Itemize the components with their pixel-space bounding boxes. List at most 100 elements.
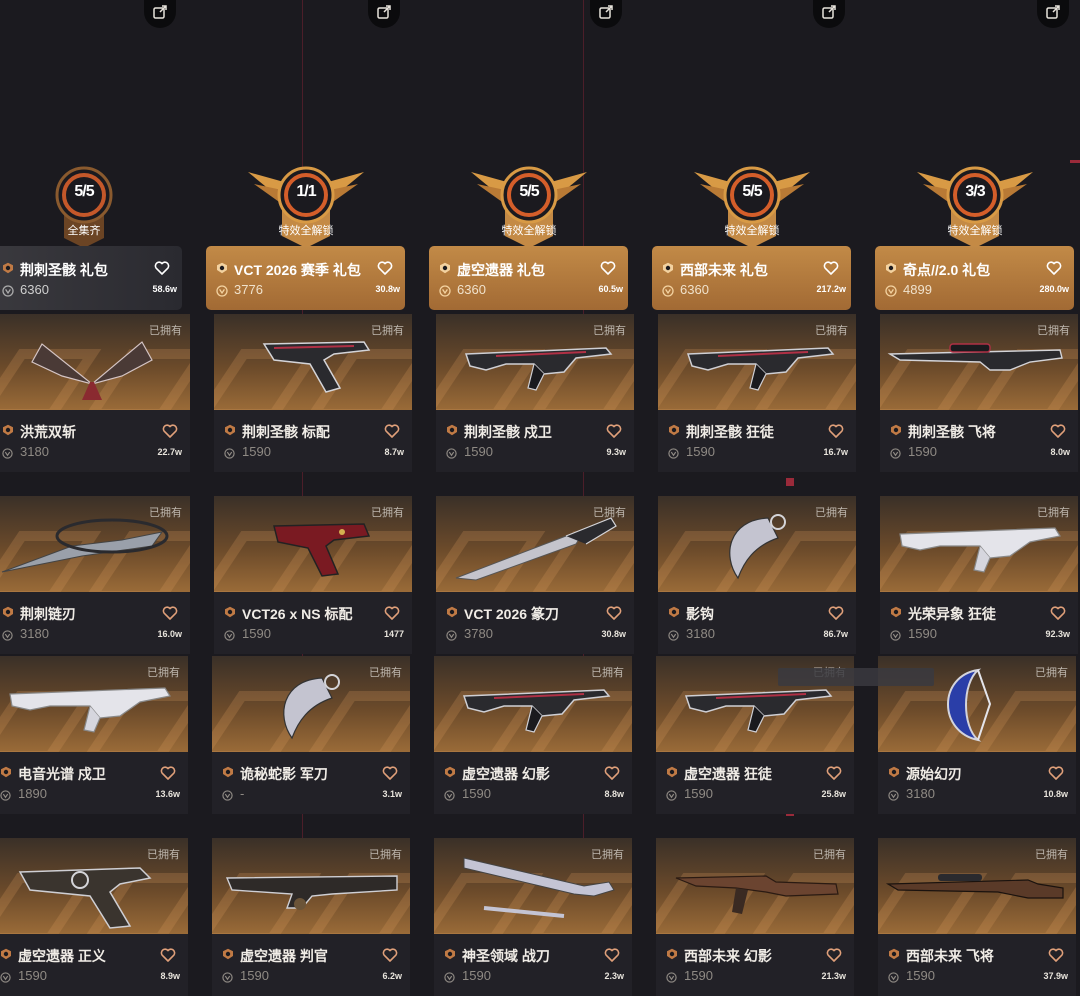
favorite-heart-icon[interactable] — [382, 765, 398, 781]
skin-image[interactable]: 已拥有 — [214, 496, 412, 592]
share-button[interactable] — [590, 0, 622, 28]
favorite-heart-icon[interactable] — [828, 423, 844, 439]
skin-card[interactable]: 已拥有 荆刺圣骸 飞将 1590 8.0w — [880, 314, 1078, 472]
skin-image[interactable]: 已拥有 — [658, 496, 856, 592]
skin-card[interactable]: 已拥有 虚空遗器 判官 1590 6.2w — [212, 838, 410, 996]
share-button[interactable] — [1037, 0, 1069, 28]
bundle-header[interactable]: 西部未来 礼包 6360 217.2w — [652, 246, 851, 310]
favorite-heart-icon[interactable] — [384, 605, 400, 621]
skin-image[interactable]: 已拥有 — [212, 656, 410, 752]
share-button[interactable] — [144, 0, 176, 28]
favorite-heart-icon[interactable] — [162, 605, 178, 621]
skin-card[interactable]: 已拥有 荆刺圣骸 标配 1590 8.7w — [214, 314, 412, 472]
skin-image[interactable]: 已拥有 — [0, 656, 188, 752]
skin-image[interactable]: 已拥有 — [878, 838, 1076, 934]
bundle-name: VCT 2026 赛季 礼包 — [234, 262, 361, 278]
favorite-heart-icon[interactable] — [154, 260, 170, 276]
skin-image[interactable]: 已拥有 — [0, 838, 188, 934]
favorite-heart-icon[interactable] — [828, 605, 844, 621]
skin-image[interactable]: 已拥有 — [436, 314, 634, 410]
vp-currency-icon — [0, 970, 11, 983]
share-button[interactable] — [813, 0, 845, 28]
owned-label: 已拥有 — [815, 325, 848, 337]
skin-image[interactable]: 已拥有 — [880, 314, 1078, 410]
favorite-heart-icon[interactable] — [606, 423, 622, 439]
favorite-heart-icon[interactable] — [377, 260, 393, 276]
skin-card[interactable]: 已拥有 荆刺圣骸 狂徒 1590 16.7w — [658, 314, 856, 472]
favorite-heart-icon[interactable] — [604, 947, 620, 963]
favorite-heart-icon[interactable] — [600, 260, 616, 276]
skin-price: 1590 — [684, 968, 713, 983]
skin-card[interactable]: 已拥有 电音光谱 戍卫 1890 13.6w — [0, 656, 188, 814]
vp-currency-icon — [888, 970, 899, 983]
favorite-heart-icon[interactable] — [606, 605, 622, 621]
bundle-header[interactable]: 虚空遗器 礼包 6360 60.5w — [429, 246, 628, 310]
skin-image[interactable]: 已拥有 — [212, 838, 410, 934]
skin-price: 3180 — [686, 626, 715, 641]
rarity-icon — [668, 605, 680, 618]
skin-card[interactable]: 已拥有 影钩 3180 86.7w — [658, 496, 856, 654]
skin-card[interactable]: 已拥有 西部未来 幻影 1590 21.3w — [656, 838, 854, 996]
bundle-header[interactable]: 奇点//2.0 礼包 4899 280.0w — [875, 246, 1074, 310]
badge-label: 特效全解锁 — [724, 225, 780, 237]
skin-price: 1590 — [908, 626, 937, 641]
skin-info: 西部未来 幻影 1590 21.3w — [656, 934, 854, 996]
owned-label: 已拥有 — [149, 325, 182, 337]
skin-name: 影钩 — [686, 606, 714, 622]
favorite-heart-icon[interactable] — [382, 947, 398, 963]
favorite-heart-icon[interactable] — [823, 260, 839, 276]
favorite-heart-icon[interactable] — [1050, 605, 1066, 621]
owned-label: 已拥有 — [147, 849, 180, 861]
skin-info: 电音光谱 戍卫 1890 13.6w — [0, 752, 188, 814]
skin-name: 虚空遗器 判官 — [240, 948, 328, 964]
bundle-header[interactable]: 荆刺圣骸 礼包 6360 58.6w — [0, 246, 182, 310]
badge-label: 特效全解锁 — [278, 225, 334, 237]
favorite-heart-icon[interactable] — [162, 423, 178, 439]
favorite-heart-icon[interactable] — [384, 423, 400, 439]
skin-image[interactable]: 已拥有 — [658, 314, 856, 410]
skin-card[interactable]: 已拥有 虚空遗器 正义 1590 8.9w — [0, 838, 188, 996]
skin-card[interactable]: 已拥有 荆刺圣骸 戍卫 1590 9.3w — [436, 314, 634, 472]
favorite-heart-icon[interactable] — [826, 947, 842, 963]
skin-image[interactable]: 已拥有 — [880, 496, 1078, 592]
skin-card[interactable]: 已拥有 VCT 2026 篆刀 3780 30.8w — [436, 496, 634, 654]
skin-card[interactable]: 已拥有 虚空遗器 幻影 1590 8.8w — [434, 656, 632, 814]
favorite-heart-icon[interactable] — [1046, 260, 1062, 276]
skin-info: 虚空遗器 幻影 1590 8.8w — [434, 752, 632, 814]
skin-image[interactable]: 已拥有 — [656, 838, 854, 934]
favorite-heart-icon[interactable] — [160, 947, 176, 963]
bundle-header[interactable]: VCT 2026 赛季 礼包 3776 30.8w — [206, 246, 405, 310]
favorite-count: 60.5w — [598, 284, 623, 294]
skin-image[interactable]: 已拥有 — [434, 838, 632, 934]
skin-card[interactable]: 已拥有 西部未来 飞将 1590 37.9w — [878, 838, 1076, 996]
skin-card[interactable]: 已拥有 光荣异象 狂徒 1590 92.3w — [880, 496, 1078, 654]
vp-currency-icon — [888, 788, 899, 801]
skin-card[interactable]: 已拥有 荆刺链刃 3180 16.0w — [0, 496, 190, 654]
badge-count: 5/5 — [519, 183, 539, 200]
skin-card[interactable]: 已拥有 洪荒双斩 3180 22.7w — [0, 314, 190, 472]
favorite-heart-icon[interactable] — [160, 765, 176, 781]
skin-card[interactable]: 已拥有 VCT26 x NS 标配 1590 1477 — [214, 496, 412, 654]
skin-image[interactable]: 已拥有 — [214, 314, 412, 410]
skin-image[interactable]: 已拥有 — [0, 496, 190, 592]
favorite-heart-icon[interactable] — [1048, 765, 1064, 781]
owned-label: 已拥有 — [369, 849, 402, 861]
favorite-heart-icon[interactable] — [604, 765, 620, 781]
skin-name: 神圣领域 战刀 — [462, 948, 550, 964]
skin-image[interactable]: 已拥有 — [436, 496, 634, 592]
skin-image[interactable]: 已拥有 — [0, 314, 190, 410]
favorite-heart-icon[interactable] — [1050, 423, 1066, 439]
vp-currency-icon — [890, 446, 901, 459]
bundle-price: 6360 — [20, 282, 49, 297]
share-icon — [598, 4, 614, 25]
share-icon — [821, 4, 837, 25]
skin-image[interactable]: 已拥有 — [434, 656, 632, 752]
favorite-heart-icon[interactable] — [826, 765, 842, 781]
skin-card[interactable]: 已拥有 神圣领域 战刀 1590 2.3w — [434, 838, 632, 996]
vp-currency-icon — [446, 628, 457, 641]
favorite-heart-icon[interactable] — [1048, 947, 1064, 963]
favorite-count: 10.8w — [1043, 789, 1068, 799]
vp-currency-icon — [2, 446, 13, 459]
share-button[interactable] — [368, 0, 400, 28]
skin-card[interactable]: 已拥有 诡秘蛇影 军刀 - 3.1w — [212, 656, 410, 814]
